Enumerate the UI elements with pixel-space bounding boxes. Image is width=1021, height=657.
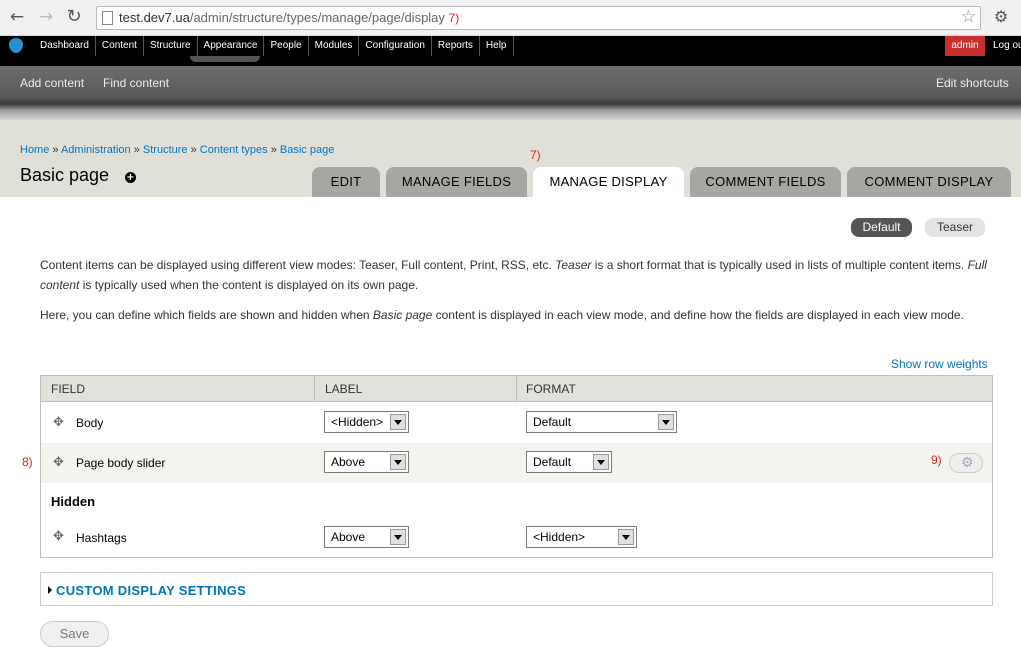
menu-modules[interactable]: Modules [309, 36, 360, 56]
header-format: FORMAT [526, 382, 576, 396]
toolbar-toggle-handle[interactable] [190, 56, 260, 62]
show-row-weights-link[interactable]: Show row weights [891, 357, 988, 371]
header-field: FIELD [51, 382, 86, 396]
dropdown-arrow-icon [390, 454, 406, 470]
table-row: ✥ Body <Hidden> Default [41, 403, 992, 443]
shortcut-add-content[interactable]: Add content [20, 76, 84, 90]
forward-arrow-icon[interactable]: → [35, 6, 57, 28]
menu-people[interactable]: People [264, 36, 309, 56]
header-label: LABEL [325, 382, 363, 396]
shortcut-find-content[interactable]: Find content [103, 76, 169, 90]
user-account-link[interactable]: admin [945, 36, 985, 56]
format-settings-button[interactable]: ⚙ [949, 453, 983, 473]
settings-wrench-icon[interactable]: ⚙ [990, 6, 1012, 28]
back-arrow-icon[interactable]: ← [6, 6, 28, 28]
save-button[interactable]: Save [40, 621, 109, 647]
label-select[interactable]: <Hidden> [324, 411, 409, 433]
drag-handle-icon[interactable]: ✥ [53, 415, 64, 430]
description-paragraph-2: Here, you can define which fields are sh… [40, 308, 964, 322]
tab-comment-display[interactable]: COMMENT DISPLAY [847, 167, 1011, 197]
tab-view-mode-teaser[interactable]: Teaser [925, 218, 985, 237]
custom-display-settings-label[interactable]: CUSTOM DISPLAY SETTINGS [56, 583, 246, 598]
drupal-logo-icon[interactable] [9, 38, 23, 53]
url-annotation: 7) [448, 11, 460, 25]
page-title: Basic page [20, 165, 110, 185]
gear-annotation: 9) [931, 453, 942, 467]
admin-menu: Dashboard Content Structure Appearance P… [34, 36, 514, 56]
page-icon [102, 11, 113, 25]
menu-help[interactable]: Help [480, 36, 514, 56]
tab-edit[interactable]: EDIT [312, 167, 380, 197]
address-bar[interactable]: test.dev7.ua/admin/structure/types/manag… [96, 6, 981, 30]
label-select[interactable]: Above [324, 526, 409, 548]
menu-content[interactable]: Content [96, 36, 144, 56]
field-name: Page body slider [76, 456, 166, 470]
label-select[interactable]: Above [324, 451, 409, 473]
field-name: Hashtags [76, 531, 127, 545]
table-row: ✥ Hashtags Above <Hidden> [41, 519, 992, 557]
edit-shortcuts-link[interactable]: Edit shortcuts [936, 76, 1009, 90]
url-text: test.dev7.ua/admin/structure/types/manag… [119, 10, 460, 25]
drag-handle-icon[interactable]: ✥ [53, 529, 64, 544]
menu-structure[interactable]: Structure [144, 36, 198, 56]
drag-handle-icon[interactable]: ✥ [53, 455, 64, 470]
admin-toolbar: Dashboard Content Structure Appearance P… [0, 36, 1021, 56]
tab-comment-fields[interactable]: COMMENT FIELDS [690, 167, 841, 197]
bookmark-star-icon[interactable]: ☆ [961, 7, 976, 27]
dropdown-arrow-icon [593, 454, 609, 470]
field-name: Body [76, 416, 104, 430]
breadcrumb: Home » Administration » Structure » Cont… [20, 144, 335, 156]
breadcrumb-administration[interactable]: Administration [61, 144, 131, 156]
description-paragraph-1: Content items can be displayed using dif… [40, 258, 987, 292]
table-row: ✥ Page body slider Above Default 9) [41, 443, 992, 483]
breadcrumb-structure[interactable]: Structure [143, 144, 188, 156]
table-header: FIELD LABEL FORMAT [41, 376, 992, 402]
tab-view-mode-default[interactable]: Default [851, 218, 912, 237]
breadcrumb-content-types[interactable]: Content types [200, 144, 268, 156]
tab-manage-display[interactable]: MANAGE DISPLAY [533, 167, 684, 197]
menu-reports[interactable]: Reports [432, 36, 480, 56]
custom-display-settings-fieldset[interactable]: CUSTOM DISPLAY SETTINGS [40, 572, 993, 606]
tab-manage-fields[interactable]: MANAGE FIELDS [386, 167, 527, 197]
dropdown-arrow-icon [658, 414, 674, 430]
hidden-region-title: Hidden [51, 494, 96, 509]
dropdown-arrow-icon [390, 414, 406, 430]
menu-dashboard[interactable]: Dashboard [34, 36, 96, 56]
dropdown-arrow-icon [390, 529, 406, 545]
browser-chrome: ← → ↻ test.dev7.ua/admin/structure/types… [0, 0, 1021, 36]
logout-link[interactable]: Log out [993, 36, 1021, 56]
fields-table: FIELD LABEL FORMAT ✥ Body <Hidden> Defau… [40, 375, 993, 558]
format-select[interactable]: <Hidden> [526, 526, 637, 548]
dropdown-arrow-icon [618, 529, 634, 545]
reload-icon[interactable]: ↻ [63, 6, 85, 28]
breadcrumb-basic-page[interactable]: Basic page [280, 144, 334, 156]
tabs-annotation: 7) [530, 148, 541, 162]
format-select[interactable]: Default [526, 451, 612, 473]
menu-configuration[interactable]: Configuration [359, 36, 432, 56]
gear-icon: ⚙ [961, 455, 974, 471]
breadcrumb-home[interactable]: Home [20, 144, 49, 156]
menu-appearance[interactable]: Appearance [198, 36, 265, 56]
page-header: Home » Administration » Structure » Cont… [0, 120, 1021, 197]
shortcut-bar: Add content Find content Edit shortcuts [0, 56, 1021, 120]
format-select[interactable]: Default [526, 411, 677, 433]
add-shortcut-icon[interactable]: + [125, 172, 136, 183]
hidden-region-row: Hidden [41, 483, 992, 519]
row-annotation: 8) [22, 455, 33, 469]
collapse-triangle-icon [48, 586, 52, 594]
